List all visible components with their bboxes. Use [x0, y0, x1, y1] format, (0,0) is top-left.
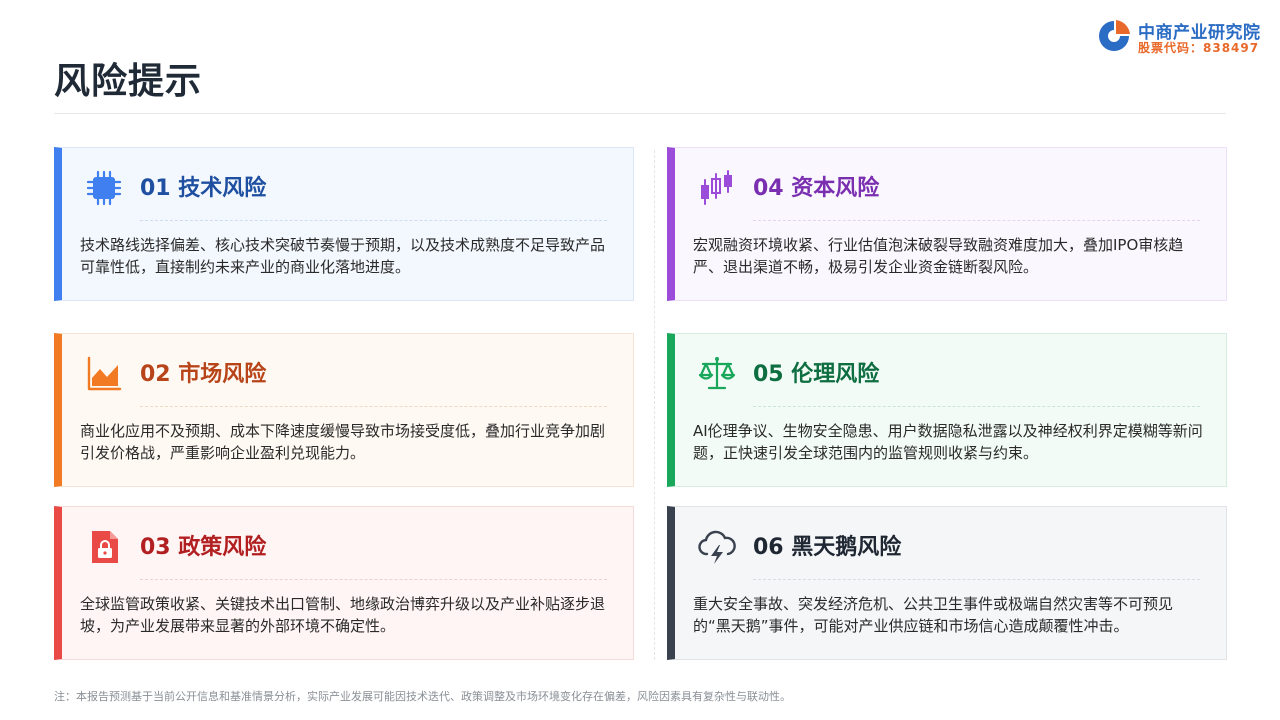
card-divider [753, 220, 1200, 221]
card-divider [753, 406, 1200, 407]
risk-description: AI伦理争议、生物安全隐患、用户数据隐私泄露以及神经权利界定模糊等新问题，正快速… [693, 422, 1203, 462]
card-divider [140, 406, 607, 407]
logo-stock-code: 股票代码：838497 [1138, 41, 1260, 55]
column-divider [654, 150, 655, 660]
risk-description: 技术路线选择偏差、核心技术突破节奏慢于预期，以及技术成熟度不足导致产品可靠性低，… [80, 236, 606, 276]
risk-card-ethics: 05 伦理风险 AI伦理争议、生物安全隐患、用户数据隐私泄露以及神经权利界定模糊… [667, 333, 1227, 487]
candlestick-icon [697, 168, 737, 208]
page-title: 风险提示 [54, 61, 203, 102]
card-divider [753, 579, 1200, 580]
risk-title: 05 伦理风险 [753, 362, 880, 387]
footnote: 注：本报告预测基于当前公开信息和基准情景分析，实际产业发展可能因技术迭代、政策调… [54, 690, 791, 703]
risk-card-policy: 03 政策风险 全球监管政策收紧、关键技术出口管制、地缘政治博弈升级以及产业补贴… [54, 506, 634, 660]
risk-card-black-swan: 06 黑天鹅风险 重大安全事故、突发经济危机、公共卫生事件或极端自然灾害等不可预… [667, 506, 1227, 660]
card-divider [140, 579, 607, 580]
chip-icon [84, 168, 124, 208]
risk-title: 03 政策风险 [140, 535, 267, 560]
card-divider [140, 220, 607, 221]
risk-card-market: 02 市场风险 商业化应用不及预期、成本下降速度缓慢导致市场接受度低，叠加行业竞… [54, 333, 634, 487]
area-chart-icon [84, 354, 124, 394]
risk-description: 重大安全事故、突发经济危机、公共卫生事件或极端自然灾害等不可预见的“黑天鹅”事件… [693, 595, 1174, 635]
risk-title: 02 市场风险 [140, 362, 267, 387]
storm-cloud-icon [697, 527, 737, 567]
risk-description: 商业化应用不及预期、成本下降速度缓慢导致市场接受度低，叠加行业竞争加剧引发价格战… [80, 422, 606, 462]
risk-card-capital: 04 资本风险 宏观融资环境收紧、行业估值泡沫破裂导致融资难度加大，叠加IPO审… [667, 147, 1227, 301]
document-lock-icon [84, 527, 124, 567]
balance-scale-icon [697, 354, 737, 394]
risk-description: 全球监管政策收紧、关键技术出口管制、地缘政治博弈升级以及产业补贴逐步退坡，为产业… [80, 595, 606, 635]
risk-title: 01 技术风险 [140, 176, 267, 201]
risk-title: 06 黑天鹅风险 [753, 535, 902, 560]
risk-description: 宏观融资环境收紧、行业估值泡沫破裂导致融资难度加大，叠加IPO审核趋严、退出渠道… [693, 236, 1184, 276]
title-divider [54, 113, 1226, 114]
logo-mark-icon [1099, 20, 1130, 51]
risk-card-tech: 01 技术风险 技术路线选择偏差、核心技术突破节奏慢于预期，以及技术成熟度不足导… [54, 147, 634, 301]
risk-title: 04 资本风险 [753, 176, 880, 201]
company-logo: 中商产业研究院 股票代码：838497 [1096, 16, 1280, 60]
